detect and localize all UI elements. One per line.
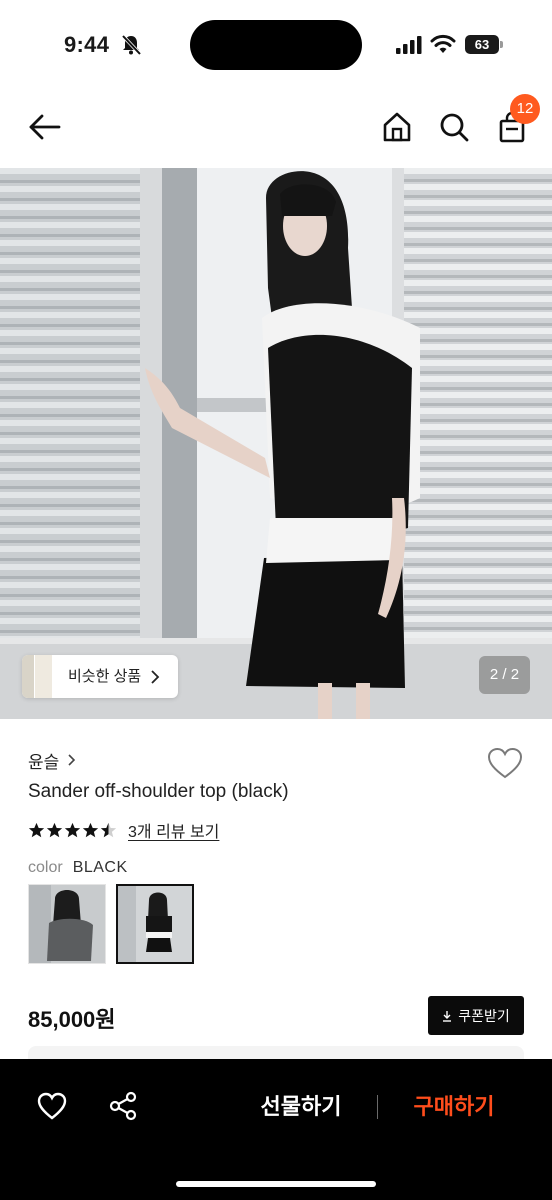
home-icon <box>383 112 411 142</box>
color-label: color <box>28 859 63 876</box>
home-button[interactable] <box>380 110 414 144</box>
cart-count-badge: 12 <box>510 94 540 124</box>
similar-thumb-2 <box>34 655 52 698</box>
status-bar: 9:44 63 <box>0 0 552 90</box>
coupon-button[interactable]: 쿠폰받기 <box>428 996 524 1035</box>
brand-name: 윤슬 <box>28 752 60 772</box>
divider <box>377 1095 378 1119</box>
star-half-icon <box>100 822 117 837</box>
battery-indicator: 63 <box>465 35 503 54</box>
status-time: 9:44 <box>64 32 110 57</box>
wishlist-button[interactable] <box>486 746 524 780</box>
share-icon <box>109 1091 137 1121</box>
coupon-label: 쿠폰받기 <box>458 1007 510 1024</box>
download-icon <box>443 1010 452 1022</box>
battery-level: 63 <box>465 35 499 54</box>
chevron-right-icon <box>151 670 160 684</box>
chevron-right-icon <box>68 754 76 766</box>
swatch-photo <box>29 885 105 963</box>
product-photo <box>0 168 552 719</box>
rating-row: 3개 리뷰 보기 <box>28 818 219 842</box>
similar-products-button[interactable]: 비슷한 상품 <box>22 655 178 698</box>
brand-link[interactable]: 윤슬 <box>28 748 77 772</box>
heart-icon <box>37 1092 67 1120</box>
product-price: 85,000원 <box>28 1007 116 1032</box>
bottom-action-bar: 선물하기 구매하기 <box>0 1059 552 1200</box>
color-swatch-black[interactable] <box>116 884 194 964</box>
product-image-carousel[interactable]: 비슷한 상품 2 / 2 <box>0 168 552 719</box>
search-button[interactable] <box>437 110 471 144</box>
similar-products-label: 비슷한 상품 <box>68 668 142 685</box>
star-rating <box>28 822 118 839</box>
product-title: Sander off-shoulder top (black) <box>28 781 289 802</box>
review-link[interactable]: 3개 리뷰 보기 <box>128 818 219 842</box>
star-full-icon <box>46 822 63 837</box>
battery-cap <box>500 41 503 48</box>
share-button[interactable] <box>108 1091 138 1121</box>
color-row: color BLACK <box>28 857 128 879</box>
cellular-signal-icon <box>396 36 422 54</box>
bell-slash-icon <box>121 34 142 56</box>
swatch-photo <box>118 886 192 962</box>
color-swatch-gray[interactable] <box>28 884 106 964</box>
gift-button[interactable]: 선물하기 <box>250 1087 352 1127</box>
image-page-indicator: 2 / 2 <box>479 656 530 694</box>
search-icon <box>440 113 469 142</box>
back-button[interactable] <box>24 110 64 144</box>
home-indicator <box>176 1181 376 1187</box>
bottom-wishlist-button[interactable] <box>36 1091 68 1121</box>
top-nav <box>0 90 552 168</box>
color-value: BLACK <box>72 859 128 876</box>
dynamic-island <box>190 20 362 70</box>
buy-button[interactable]: 구매하기 <box>400 1087 508 1127</box>
star-full-icon <box>82 822 99 837</box>
star-full-icon <box>28 822 45 837</box>
heart-icon <box>487 747 523 779</box>
back-arrow-icon <box>29 114 61 140</box>
star-full-icon <box>64 822 81 837</box>
wifi-icon <box>430 34 456 53</box>
